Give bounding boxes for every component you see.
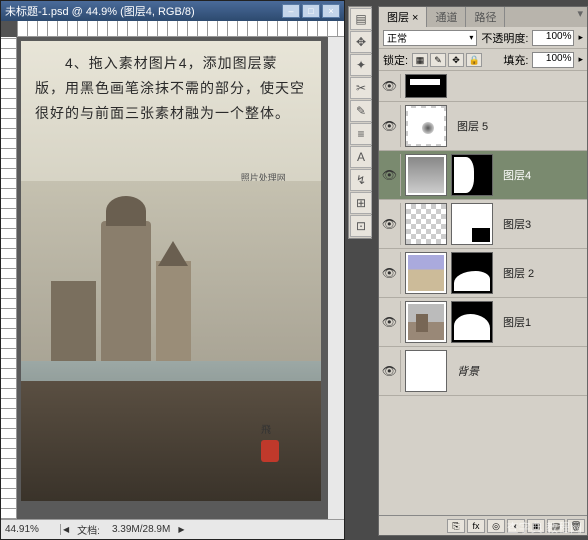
- composite-image: 飛: [21, 181, 321, 501]
- crop-tool-icon[interactable]: ✂: [350, 77, 372, 99]
- chevron-right-icon[interactable]: ▸: [578, 32, 583, 43]
- opacity-label: 不透明度:: [481, 30, 528, 46]
- ruler-vertical[interactable]: [1, 37, 17, 519]
- blend-mode-value: 正常: [387, 30, 407, 45]
- canvas-area[interactable]: 4、拖入素材图片4，添加图层蒙版，用黑色画笔涂抹不需的部分，使天空很好的与前面三…: [17, 37, 328, 519]
- toolbar-vertical: ▤ ✥ ✦ ✂ ✎ ≡ A ↯ ⊞ ⊡: [348, 6, 372, 239]
- layer-mask-thumbnail[interactable]: [451, 252, 493, 294]
- canvas: 4、拖入素材图片4，添加图层蒙版，用黑色画笔涂抹不需的部分，使天空很好的与前面三…: [21, 41, 321, 501]
- layer-row-background[interactable]: 👁 背景: [379, 347, 587, 396]
- lock-position-icon[interactable]: ✥: [448, 53, 464, 67]
- tab-paths[interactable]: 路径: [466, 7, 505, 27]
- ruler-horizontal[interactable]: [17, 21, 344, 37]
- lock-row: 锁定: ▦ ✎ ✥ 🔒 填充: 100% ▸: [379, 49, 587, 71]
- layers-list[interactable]: 👁 👁 图层 5 👁 图层4 👁: [379, 71, 587, 515]
- scrollbar-vertical[interactable]: [328, 37, 344, 519]
- layer-mask-thumbnail[interactable]: [451, 301, 493, 343]
- layer-row[interactable]: 👁 图层3: [379, 200, 587, 249]
- layer-thumbnail[interactable]: [405, 154, 447, 196]
- document-titlebar: 未标题-1.psd @ 44.9% (图层4, RGB/8) – □ ×: [1, 1, 344, 21]
- statusbar: 44.91% ◀ 文档: 3.39M/28.9M ▶: [1, 519, 344, 539]
- layer-row-selected[interactable]: 👁 图层4: [379, 151, 587, 200]
- layer-mask-thumbnail[interactable]: [451, 203, 493, 245]
- layers-panel: 图层 × 通道 路径 ▾ 正常 不透明度: 100% ▸ 锁定: ▦ ✎ ✥ 🔒…: [378, 6, 588, 536]
- lock-transparent-icon[interactable]: ▦: [412, 53, 428, 67]
- visibility-toggle[interactable]: 👁: [379, 105, 401, 147]
- tab-channels[interactable]: 通道: [427, 7, 466, 27]
- panel-menu-icon[interactable]: ▾: [573, 7, 587, 27]
- visibility-toggle[interactable]: 👁: [379, 154, 401, 196]
- maximize-button[interactable]: □: [302, 4, 320, 18]
- layer-thumbnail[interactable]: [405, 105, 447, 147]
- fill-input[interactable]: 100%: [532, 52, 574, 68]
- wand-tool-icon[interactable]: ✦: [350, 54, 372, 76]
- blend-row: 正常 不透明度: 100% ▸: [379, 27, 587, 49]
- layer-name[interactable]: 图层 5: [451, 118, 488, 134]
- instruction-text: 4、拖入素材图片4，添加图层蒙版，用黑色画笔涂抹不需的部分，使天空很好的与前面三…: [21, 41, 321, 137]
- chevron-right-icon[interactable]: ▸: [578, 54, 583, 65]
- layer-name[interactable]: 图层 2: [497, 265, 534, 281]
- tab-layers[interactable]: 图层 ×: [379, 7, 427, 27]
- text-tool-icon[interactable]: A: [350, 146, 372, 168]
- align-tool-icon[interactable]: ≡: [350, 123, 372, 145]
- castle-shape: [41, 201, 221, 381]
- window-buttons: – □ ×: [282, 4, 340, 18]
- opacity-input[interactable]: 100%: [532, 30, 574, 46]
- lock-all-icon[interactable]: 🔒: [466, 53, 482, 67]
- layer-fx-icon[interactable]: fx: [467, 519, 485, 533]
- layer-thumbnail[interactable]: [405, 252, 447, 294]
- page-watermark: 查字典 教程网: [507, 519, 582, 536]
- layer-thumbnail[interactable]: [405, 301, 447, 343]
- zoom-level[interactable]: 44.91%: [1, 524, 61, 535]
- visibility-toggle[interactable]: 👁: [379, 301, 401, 343]
- hand-tool-icon[interactable]: ⊞: [350, 192, 372, 214]
- doc-size-value: 3.39M/28.9M: [106, 524, 176, 535]
- zoom-tool-icon[interactable]: ⊡: [350, 215, 372, 237]
- arrange-icon[interactable]: ▤: [350, 8, 372, 30]
- layer-thumbnail[interactable]: [405, 74, 447, 98]
- panel-tabs: 图层 × 通道 路径 ▾: [379, 7, 587, 27]
- artist-seal: 飛: [261, 421, 301, 481]
- visibility-toggle[interactable]: 👁: [379, 74, 401, 98]
- layer-row[interactable]: 👁: [379, 71, 587, 102]
- layer-row[interactable]: 👁 图层1: [379, 298, 587, 347]
- doc-size-label: 文档:: [71, 522, 106, 537]
- layer-name[interactable]: 背景: [451, 363, 479, 379]
- layer-row[interactable]: 👁 图层 5: [379, 102, 587, 151]
- layer-name[interactable]: 图层1: [497, 314, 531, 330]
- visibility-toggle[interactable]: 👁: [379, 350, 401, 392]
- lock-label: 锁定:: [383, 52, 408, 68]
- minimize-button[interactable]: –: [282, 4, 300, 18]
- chevron-right-icon[interactable]: ▶: [176, 525, 186, 534]
- eyedropper-icon[interactable]: ↯: [350, 169, 372, 191]
- layer-name[interactable]: 图层3: [497, 216, 531, 232]
- fill-label: 填充:: [503, 52, 528, 68]
- layer-name[interactable]: 图层4: [497, 167, 531, 183]
- brush-tool-icon[interactable]: ✎: [350, 100, 372, 122]
- visibility-toggle[interactable]: 👁: [379, 252, 401, 294]
- lock-pixels-icon[interactable]: ✎: [430, 53, 446, 67]
- add-mask-icon[interactable]: ◎: [487, 519, 505, 533]
- lock-icons: ▦ ✎ ✥ 🔒: [412, 53, 482, 67]
- blend-mode-select[interactable]: 正常: [383, 30, 477, 46]
- layer-thumbnail[interactable]: [405, 203, 447, 245]
- layer-mask-thumbnail[interactable]: [451, 154, 493, 196]
- link-layers-icon[interactable]: ⎘: [447, 519, 465, 533]
- chevron-left-icon[interactable]: ◀: [61, 525, 71, 534]
- document-window: 未标题-1.psd @ 44.9% (图层4, RGB/8) – □ × 4、拖…: [0, 0, 345, 540]
- visibility-toggle[interactable]: 👁: [379, 203, 401, 245]
- close-button[interactable]: ×: [322, 4, 340, 18]
- document-title: 未标题-1.psd @ 44.9% (图层4, RGB/8): [5, 3, 282, 19]
- move-tool-icon[interactable]: ✥: [350, 31, 372, 53]
- layer-row[interactable]: 👁 图层 2: [379, 249, 587, 298]
- layer-thumbnail[interactable]: [405, 350, 447, 392]
